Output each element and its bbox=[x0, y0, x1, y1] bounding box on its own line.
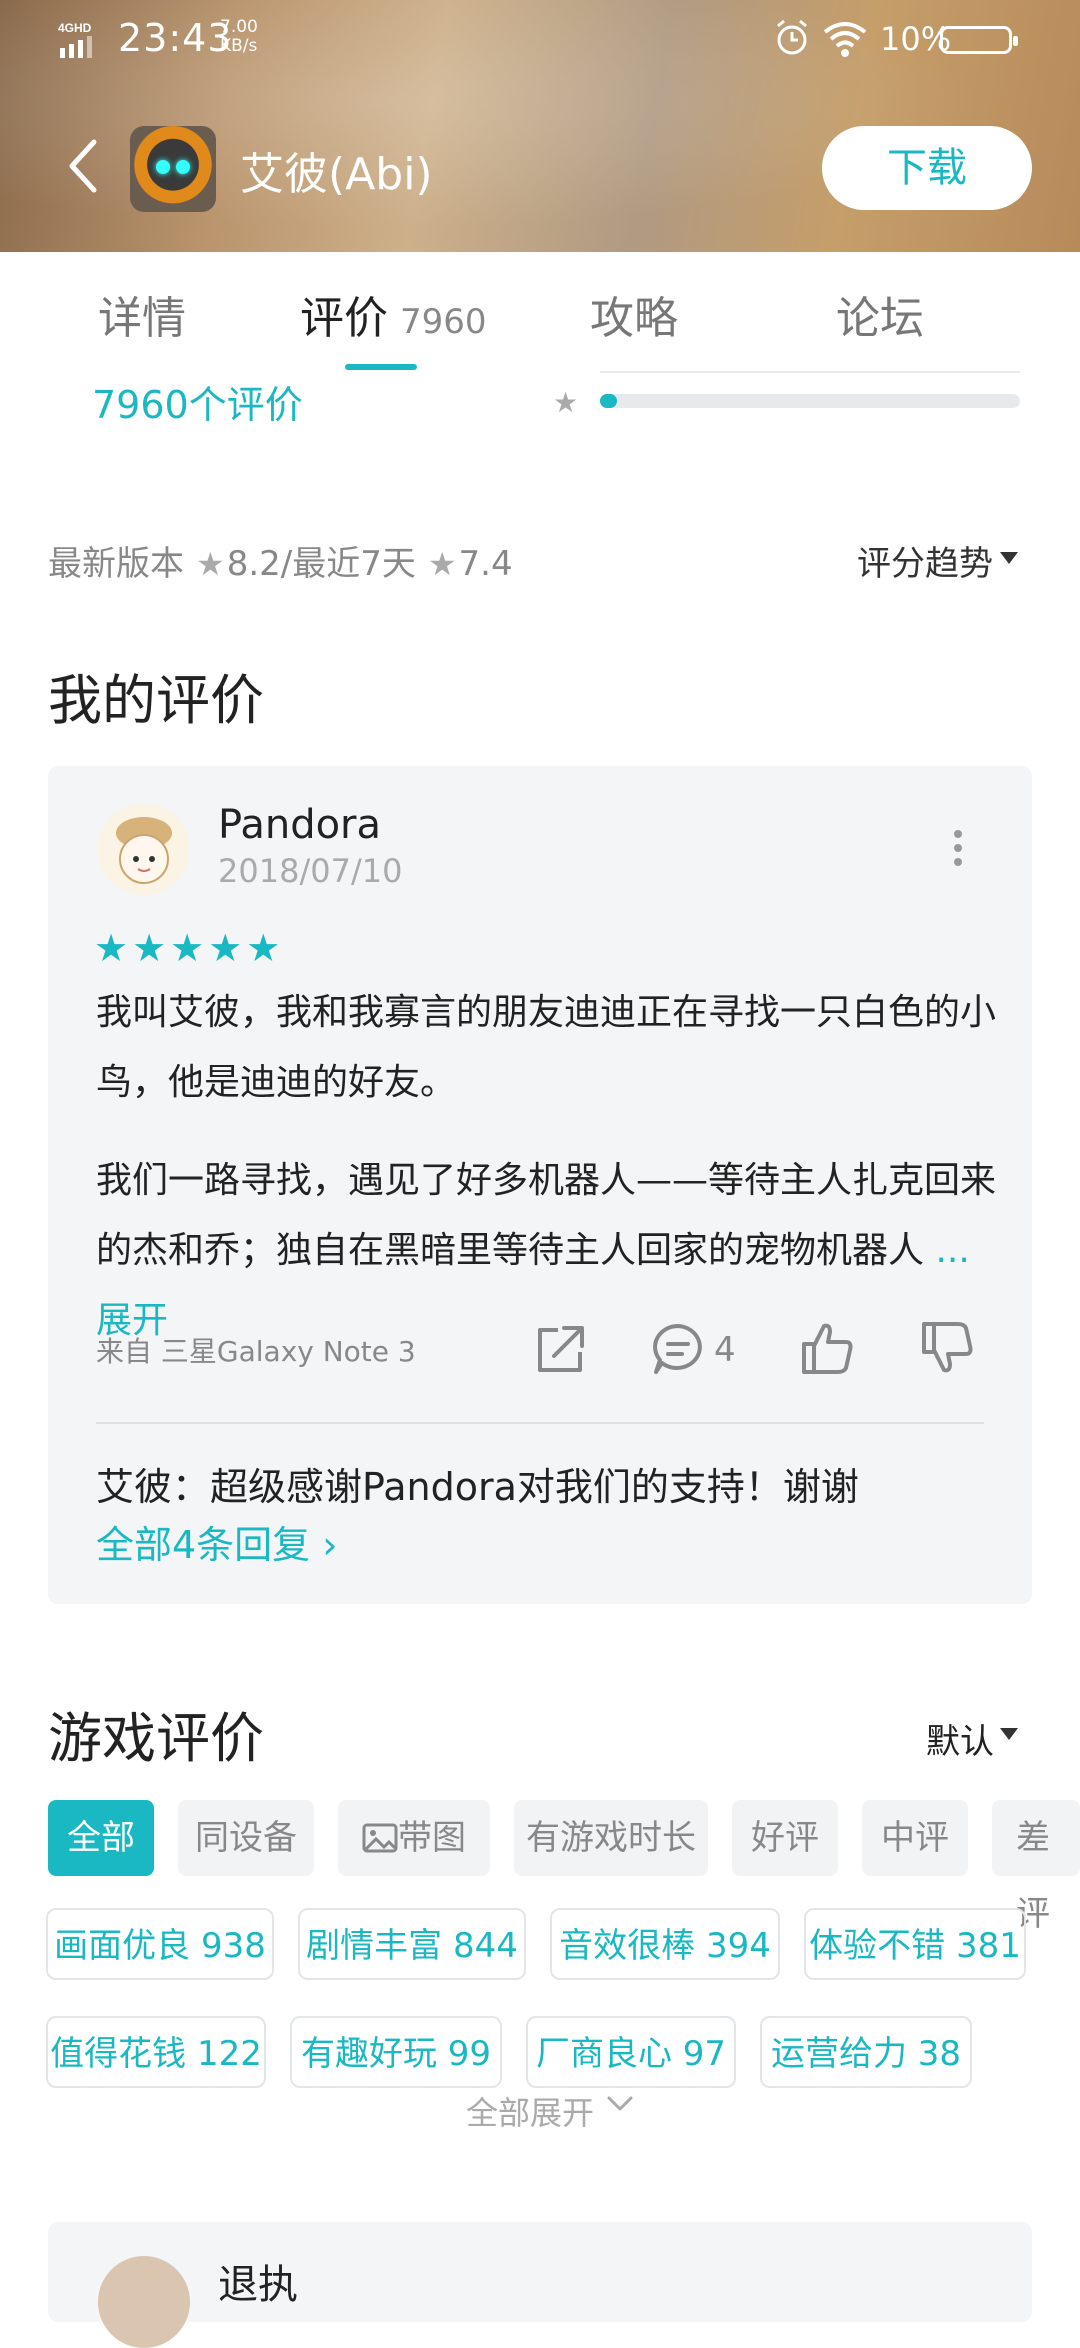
share-icon[interactable] bbox=[532, 1318, 588, 1378]
score-line: 最新版本 ★8.2/最近7天 ★7.4 bbox=[48, 536, 513, 585]
score-trend-dropdown[interactable]: 评分趋势 bbox=[857, 536, 993, 585]
back-arrow-icon[interactable] bbox=[62, 136, 106, 196]
divider bbox=[96, 1422, 984, 1424]
filter-same-device[interactable]: 同设备 bbox=[178, 1800, 314, 1876]
app-icon-eye bbox=[156, 160, 170, 174]
filter-negative[interactable]: 差评 bbox=[992, 1800, 1080, 1934]
latest-version-label: 最新版本 bbox=[48, 544, 184, 584]
app-icon bbox=[130, 126, 216, 212]
device-source: 来自 三星Galaxy Note 3 bbox=[96, 1335, 416, 1368]
tab-label: 评价 bbox=[300, 293, 388, 344]
review-username[interactable]: Pandora bbox=[218, 802, 381, 848]
sort-dropdown[interactable]: 默认 bbox=[926, 1714, 994, 1763]
more-options-icon[interactable] bbox=[950, 830, 966, 870]
battery-icon bbox=[940, 26, 1018, 54]
tab-label: 攻略 bbox=[590, 293, 678, 344]
signal-icon: 4GHD bbox=[58, 21, 92, 58]
recent-label: /最近7天 bbox=[280, 544, 416, 584]
caret-down-icon[interactable] bbox=[1000, 1728, 1018, 1740]
review-paragraph-1: 我叫艾彼，我和我寡言的朋友迪迪正在寻找一只白色的小鸟，他是迪迪的好友。 bbox=[96, 992, 997, 1103]
latest-score: 8.2 bbox=[226, 544, 281, 584]
download-button[interactable]: 下载 bbox=[822, 126, 1032, 210]
thumbs-down-icon[interactable] bbox=[918, 1318, 974, 1378]
filter-with-image[interactable]: 带图 bbox=[338, 1800, 490, 1876]
tag-chip[interactable]: 画面优良 938 bbox=[46, 1908, 274, 1980]
avatar-illustration bbox=[116, 817, 172, 884]
star-icon: ★ bbox=[553, 386, 579, 419]
network-type-label: 4GHD bbox=[58, 21, 92, 35]
my-review-title: 我的评价 bbox=[48, 669, 264, 732]
expand-all-tags[interactable]: 全部展开 bbox=[466, 2088, 594, 2134]
one-star-bar-fill bbox=[600, 394, 617, 408]
caret-down-icon[interactable] bbox=[1000, 552, 1018, 564]
tag-chip[interactable]: 运营给力 38 bbox=[760, 2016, 972, 2088]
avatar[interactable] bbox=[98, 803, 190, 895]
tag-chip[interactable]: 音效很棒 394 bbox=[550, 1908, 780, 1980]
app-icon-eye bbox=[176, 160, 190, 174]
star-icon: ★ bbox=[427, 545, 457, 583]
clock: 23:43 bbox=[118, 16, 233, 60]
total-review-count: 7960个评价 bbox=[92, 383, 303, 427]
app-title: 艾彼(Abi) bbox=[240, 149, 433, 200]
review-username[interactable]: 退执 bbox=[218, 2252, 298, 2310]
alarm-icon bbox=[777, 19, 807, 55]
app-header: 4GHD 23:43 7.00 KB/s 10% 艾彼(Abi) 下载 bbox=[0, 0, 1080, 252]
star-icon: ★ bbox=[196, 545, 225, 583]
star-rating: ★★★★★ bbox=[94, 926, 285, 970]
tag-chip[interactable]: 厂商良心 97 bbox=[526, 2016, 736, 2088]
tab-forum[interactable]: 论坛 bbox=[836, 282, 924, 346]
network-speed-value: 7.00 bbox=[220, 17, 258, 37]
network-speed-unit: KB/s bbox=[220, 36, 258, 56]
all-replies-link[interactable]: 全部4条回复 › bbox=[96, 1514, 337, 1569]
wifi-icon bbox=[823, 22, 867, 57]
review-paragraph-2-text: 我们一路寻找，遇见了好多机器人——等待主人扎克回来的杰和乔；独自在黑暗里等待主人… bbox=[96, 1160, 997, 1271]
tab-label: 论坛 bbox=[836, 293, 924, 344]
game-reviews-title: 游戏评价 bbox=[48, 1707, 264, 1770]
one-star-bar-track bbox=[600, 394, 1020, 408]
network-speed: 7.00 KB/s bbox=[220, 18, 258, 56]
tag-chip[interactable]: 值得花钱 122 bbox=[46, 2016, 266, 2088]
recent-score: 7.4 bbox=[458, 544, 513, 584]
chevron-down-icon[interactable] bbox=[606, 2094, 634, 2114]
tab-bar: 详情 评价 7960 攻略 论坛 bbox=[0, 252, 1080, 372]
developer-reply: 艾彼：超级感谢Pandora对我们的支持！谢谢 bbox=[96, 1465, 859, 1509]
tag-chip[interactable]: 体验不错 381 bbox=[804, 1908, 1026, 1980]
tab-reviews[interactable]: 评价 7960 bbox=[300, 282, 487, 346]
tab-details[interactable]: 详情 bbox=[98, 282, 186, 346]
thumbs-up-icon[interactable] bbox=[798, 1318, 854, 1378]
tab-count: 7960 bbox=[400, 302, 487, 342]
review-card bbox=[48, 2222, 1032, 2322]
avatar[interactable] bbox=[98, 2256, 190, 2348]
tag-chip[interactable]: 剧情丰富 844 bbox=[298, 1908, 526, 1980]
comment-icon[interactable] bbox=[650, 1318, 706, 1378]
review-date: 2018/07/10 bbox=[218, 852, 403, 890]
filter-positive[interactable]: 好评 bbox=[732, 1800, 838, 1876]
tab-label: 详情 bbox=[98, 293, 186, 344]
tab-indicator bbox=[345, 364, 417, 370]
status-bar: 4GHD 23:43 7.00 KB/s 10% bbox=[0, 0, 1080, 80]
comment-count: 4 bbox=[714, 1330, 736, 1370]
filter-neutral[interactable]: 中评 bbox=[862, 1800, 968, 1876]
image-icon bbox=[362, 1823, 398, 1853]
filter-with-image-label: 带图 bbox=[398, 1818, 466, 1858]
filter-playtime[interactable]: 有游戏时长 bbox=[514, 1800, 708, 1876]
filter-all[interactable]: 全部 bbox=[48, 1800, 154, 1876]
tag-chip[interactable]: 有趣好玩 99 bbox=[290, 2016, 502, 2088]
rating-bar-track bbox=[600, 371, 1020, 373]
tab-guides[interactable]: 攻略 bbox=[590, 282, 678, 346]
